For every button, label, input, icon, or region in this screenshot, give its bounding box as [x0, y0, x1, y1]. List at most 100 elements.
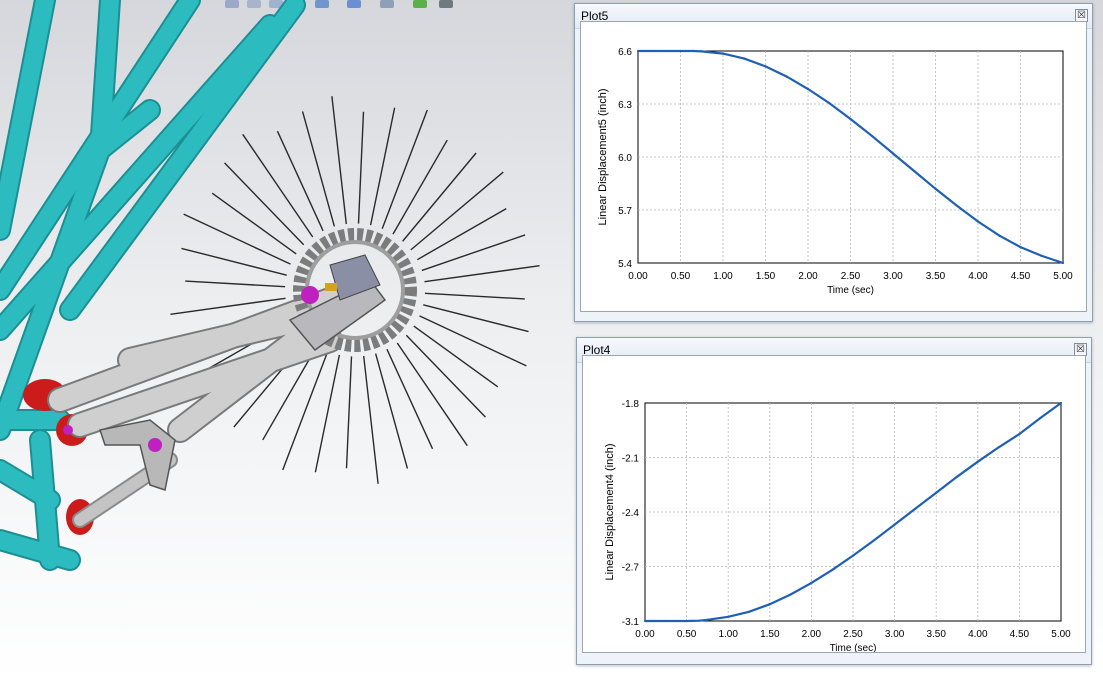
- x-tick-label: 2.50: [841, 271, 861, 282]
- x-tick-label: 1.50: [760, 629, 780, 640]
- y-tick-label: -3.1: [622, 617, 640, 628]
- data-point: [891, 152, 895, 155]
- data-point: [1039, 416, 1042, 420]
- y-tick-label: -2.4: [622, 508, 640, 519]
- wheel-spoke: [331, 96, 348, 225]
- wheel-spoke: [183, 213, 291, 265]
- y-tick-label: -1.8: [622, 399, 640, 410]
- x-tick-label: 0.50: [677, 629, 697, 640]
- data-point: [997, 446, 1000, 449]
- x-tick-label: 5.00: [1051, 629, 1071, 640]
- data-point: [1059, 401, 1063, 405]
- data-point: [870, 134, 873, 137]
- data-point: [810, 581, 813, 585]
- y-tick-label: 6.0: [618, 153, 632, 164]
- wheel-spoke: [357, 111, 365, 224]
- data-point: [998, 234, 1001, 237]
- wheel-spoke: [362, 355, 379, 484]
- x-tick-label: 0.00: [635, 629, 655, 640]
- y-tick-label: -2.7: [622, 563, 640, 574]
- wheel-spoke: [276, 130, 324, 232]
- data-point: [913, 170, 916, 173]
- data-point: [976, 460, 979, 463]
- data-point: [700, 50, 703, 53]
- y-axis-label: Linear Displacement5 (inch): [597, 89, 609, 226]
- model-graphics: [0, 0, 540, 571]
- data-point: [872, 539, 875, 542]
- data-point: [1018, 432, 1021, 436]
- x-tick-label: 2.00: [802, 629, 822, 640]
- x-tick-label: 5.00: [1053, 271, 1073, 282]
- data-point: [1061, 261, 1065, 265]
- y-tick-label: 5.4: [618, 259, 632, 270]
- x-axis-label: Time (sec): [827, 285, 874, 296]
- data-point: [743, 57, 746, 60]
- wheel-spoke: [282, 351, 329, 471]
- wheel-spoke: [181, 247, 287, 276]
- wheel-spoke: [369, 107, 396, 226]
- data-point: [1019, 246, 1022, 249]
- data-point: [706, 618, 709, 621]
- data-point: [831, 568, 834, 571]
- plot-window-plot4[interactable]: Plot4 ☒ 0.00 0.50 1.00 1.50 2.00 2.50 3.00 3.50…: [576, 337, 1092, 665]
- wheel-spoke: [345, 356, 353, 469]
- data-point: [636, 49, 640, 53]
- plot5-chart-area: 0.00 0.50 1.00 1.50 2.00 2.50 3.00 3.50 4.00 4.50…: [580, 21, 1087, 312]
- wheel-spoke: [386, 348, 434, 450]
- data-point: [685, 619, 688, 623]
- data-point: [976, 220, 980, 223]
- x-axis-label: Time (sec): [830, 643, 877, 652]
- data-point: [768, 603, 771, 606]
- data-point: [935, 491, 938, 494]
- x-tick-label: 2.00: [798, 271, 818, 282]
- data-point: [721, 52, 725, 55]
- x-tick-label: 4.50: [1010, 629, 1030, 640]
- data-point: [658, 49, 661, 53]
- data-point: [955, 475, 959, 478]
- x-tick-label: 2.50: [843, 629, 863, 640]
- wheel-spoke: [374, 353, 409, 469]
- wheel-spoke: [424, 292, 525, 300]
- x-tick-label: 0.00: [628, 271, 648, 282]
- data-point: [789, 593, 792, 596]
- x-tick-label: 3.00: [885, 629, 905, 640]
- data-point: [785, 75, 788, 78]
- x-tick-label: 3.50: [926, 271, 946, 282]
- plot-window-plot5[interactable]: Plot5 ☒ 0.00 0.50 1.00 1.50 2.00 2.50 3.00 3.50…: [574, 3, 1093, 322]
- y-axis-label: Linear Displacement4 (inch): [604, 444, 616, 581]
- wheel-spoke: [421, 234, 526, 272]
- x-tick-label: 1.00: [713, 271, 733, 282]
- x-tick-label: 4.00: [968, 271, 988, 282]
- suspension-arms: [47, 287, 343, 528]
- plot4-chart: 0.00 0.50 1.00 1.50 2.00 2.50 3.00 3.50 4.00 4.50…: [604, 399, 1071, 652]
- data-point: [643, 619, 647, 623]
- data-point: [697, 619, 701, 622]
- data-point: [849, 117, 852, 121]
- data-point: [955, 204, 958, 207]
- y-tick-label: 6.3: [618, 100, 632, 111]
- wheel-spoke: [405, 334, 486, 418]
- data-point: [679, 49, 682, 53]
- data-point: [806, 87, 810, 91]
- x-tick-label: 0.50: [671, 271, 691, 282]
- x-tick-label: 3.50: [926, 629, 946, 640]
- wheel-spoke: [419, 315, 527, 367]
- data-point: [727, 615, 730, 618]
- wheel-spoke: [423, 304, 529, 333]
- data-point: [828, 102, 831, 105]
- wheel-spoke: [410, 171, 504, 251]
- x-tick-label: 4.50: [1011, 271, 1031, 282]
- wheel-spoke: [381, 109, 428, 229]
- y-tick-label: 6.6: [618, 47, 632, 58]
- x-tick-label: 1.00: [718, 629, 738, 640]
- plot4-chart-area: 0.00 0.50 1.00 1.50 2.00 2.50 3.00 3.50 4.00 4.50…: [582, 355, 1086, 653]
- data-point: [692, 49, 695, 53]
- wheel-spoke: [424, 265, 540, 283]
- data-point: [1040, 254, 1043, 258]
- y-tick-label: 5.7: [618, 206, 632, 217]
- wheel-spoke: [224, 162, 305, 246]
- wheel-spoke: [314, 354, 341, 473]
- wheel-spoke: [301, 111, 336, 227]
- data-point: [893, 523, 896, 526]
- y-tick-label: -2.1: [622, 454, 640, 465]
